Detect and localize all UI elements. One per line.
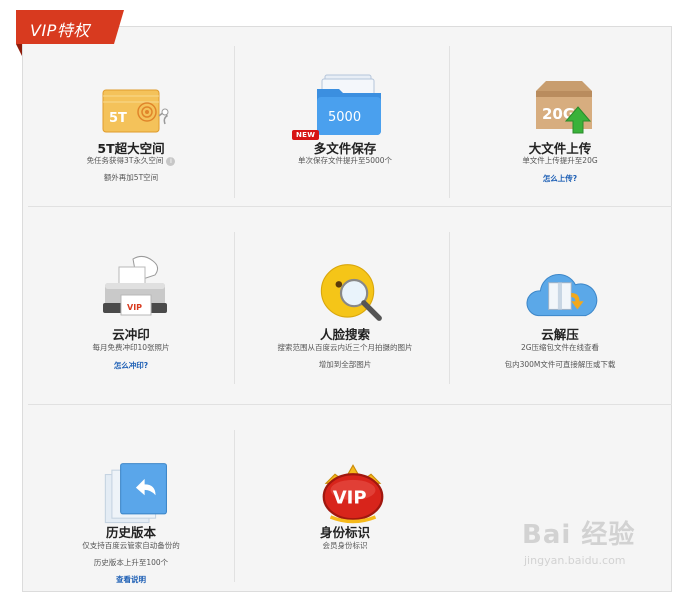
feature-title: 身份标识	[319, 525, 370, 540]
printer-icon: VIP	[103, 255, 167, 316]
baidu-jingyan-watermark: Bai 经验 jingyan.baidu.com	[522, 514, 672, 578]
storage-card-text: 5T	[109, 111, 127, 126]
feature-title: 大文件上传	[528, 141, 592, 156]
feature-desc-line: 2G压缩包文件在线查看	[520, 343, 600, 352]
vip-crown-icon: VIP	[322, 464, 384, 524]
feature-desc-line: 会员身份标识	[322, 541, 368, 550]
column-divider	[234, 46, 235, 198]
cloud-unzip-icon	[526, 273, 598, 317]
feature-title: 历史版本	[105, 525, 156, 540]
feature-history-version[interactable]: 历史版本 仅支持百度云管家自动备份的 历史版本上升至100个 查看说明	[31, 450, 231, 584]
upload-box-icon: 20G	[536, 81, 592, 134]
column-divider	[449, 232, 450, 384]
feature-vip-identity[interactable]: VIP 身份标识 会员身份标识	[245, 450, 445, 580]
column-divider	[234, 430, 235, 582]
view-details-link[interactable]: 查看说明	[31, 574, 231, 585]
how-to-print-link[interactable]: 怎么冲印?	[31, 360, 231, 371]
row-divider	[28, 206, 672, 207]
feature-desc-line: 增加到全部图片	[318, 360, 372, 369]
feature-desc-line: 单次保存文件提升至5000个	[297, 156, 393, 165]
feature-desc-line: 单文件上传提升至20G	[522, 156, 598, 165]
folder-icon-text: 5000	[328, 110, 361, 125]
crown-icon-text: VIP	[333, 488, 367, 509]
feature-desc-line: 历史版本上升至100个	[93, 558, 169, 567]
feature-large-upload[interactable]: 20G 大文件上传 单文件上传提升至20G 怎么上传?	[460, 66, 660, 196]
face-search-icon	[320, 264, 382, 321]
feature-desc-line: 仅支持百度云管家自动备份的	[82, 541, 180, 550]
history-version-icon	[104, 463, 167, 524]
feature-desc-line: 包内300M文件可直接解压或下载	[504, 360, 616, 369]
how-to-upload-link[interactable]: 怎么上传?	[460, 173, 660, 184]
vip-ribbon: VIP特权	[16, 10, 124, 44]
column-divider	[234, 232, 235, 384]
printer-icon-text: VIP	[127, 303, 142, 312]
watermark-sub: jingyan.baidu.com	[524, 554, 626, 567]
row-divider	[28, 404, 672, 405]
info-icon[interactable]: i	[166, 156, 176, 166]
feature-multi-file-save[interactable]: 5000 NEW 多文件保存 单次保存文件提升至5000个	[245, 66, 445, 196]
feature-desc-line: 搜索范围从百度云内近三个月拍摄的图片	[277, 343, 413, 352]
feature-title: 5T超大空间	[97, 141, 165, 156]
ribbon-fold	[16, 44, 22, 56]
feature-desc-line: 每月免费冲印10张照片	[92, 343, 170, 352]
feature-desc-line: 额外再加5T空间	[103, 173, 159, 182]
feature-desc-text: 免任务获得3T永久空间	[86, 156, 164, 165]
page-title: VIP特权	[30, 21, 90, 40]
folder-icon: 5000	[317, 74, 381, 135]
feature-desc-line: 免任务获得3T永久空间 i	[31, 156, 231, 166]
feature-title: 云冲印	[112, 327, 150, 342]
feature-title: 多文件保存	[313, 141, 377, 156]
watermark-main: Bai 经验	[522, 520, 636, 550]
column-divider	[449, 46, 450, 198]
feature-title: 人脸搜索	[319, 327, 370, 342]
feature-cloud-print[interactable]: VIP 云冲印 每月免费冲印10张照片 怎么冲印?	[31, 250, 231, 380]
feature-title: 云解压	[541, 327, 579, 342]
feature-face-search[interactable]: 人脸搜索 搜索范围从百度云内近三个月拍摄的图片 增加到全部图片	[245, 250, 445, 380]
feature-cloud-unzip[interactable]: 云解压 2G压缩包文件在线查看 包内300M文件可直接解压或下载	[460, 250, 660, 380]
feature-storage[interactable]: 5T 5T超大空间 免任务获得3T永久空间 i 额外再加5T空间	[31, 66, 231, 196]
